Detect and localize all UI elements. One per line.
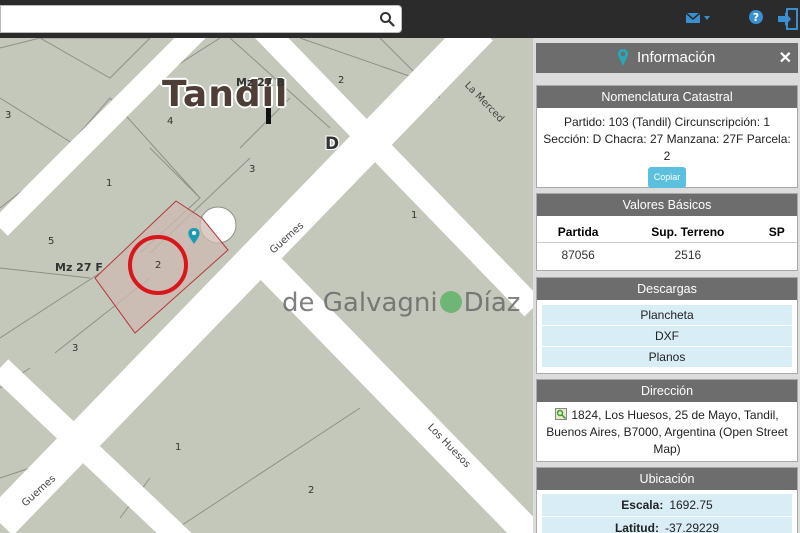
address-text: 1824, Los Huesos, 25 de Mayo, Tandil, Bu… xyxy=(546,408,788,456)
direccion-section: Dirección 1824, Los Huesos, 25 de Mayo, … xyxy=(536,379,798,462)
parcel-number: 4 xyxy=(167,116,174,127)
valores-table: Partida Sup. Terreno SP 87056 2516 xyxy=(537,222,797,267)
manzana-label-27f: Mz 27 F xyxy=(55,261,103,274)
table-cell: 87056 xyxy=(561,248,595,262)
section-header: Nomenclatura Catastral xyxy=(537,86,797,108)
panel-title: Información xyxy=(637,49,716,66)
download-plancheta-link[interactable]: Plancheta xyxy=(542,305,792,326)
section-header: Descargas xyxy=(537,278,797,300)
search-icon[interactable] xyxy=(379,11,395,27)
download-planos-link[interactable]: Planos xyxy=(542,347,792,368)
logout-icon[interactable] xyxy=(778,6,800,32)
map-pin-icon xyxy=(617,49,629,66)
parcel-number: 3 xyxy=(72,343,79,354)
info-panel: Información ✕ Nomenclatura Catastral Par… xyxy=(533,38,800,533)
panel-header: Información ✕ xyxy=(536,43,798,73)
nomenclatura-text: Partido: 103 (Tandil) Circunscripción: 1… xyxy=(537,108,797,188)
section-header: Ubicación xyxy=(537,468,797,490)
map-view[interactable]: Tandil Mz 27 B Mz 27 F D 2 3 4 1 5 2 3 1… xyxy=(0,38,533,533)
column-header: SP xyxy=(756,222,797,243)
parcel-number: 1 xyxy=(106,178,113,189)
watermark-dot-icon xyxy=(439,291,462,313)
latitud-row: Latitud: -37.29229 xyxy=(542,517,792,533)
table-cell: 2516 xyxy=(674,248,702,262)
search-input[interactable] xyxy=(1,6,361,32)
manzana-label-27b: Mz 27 B xyxy=(236,76,285,89)
parcel-number-selected: 2 xyxy=(155,260,162,271)
map-search-icon xyxy=(555,408,568,420)
parcel-number: 1 xyxy=(175,442,182,453)
parcel-number: 1 xyxy=(411,210,418,221)
valores-section: Valores Básicos Partida Sup. Terreno SP … xyxy=(536,193,798,271)
help-icon[interactable]: ? xyxy=(747,8,765,28)
mail-dropdown-icon[interactable] xyxy=(685,8,713,28)
escala-row: Escala: 1692.75 xyxy=(542,494,792,517)
search-box xyxy=(0,5,402,33)
parcel-number: 3 xyxy=(249,164,256,175)
parcel-number: 3 xyxy=(5,110,12,121)
nomenclatura-section: Nomenclatura Catastral Partido: 103 (Tan… xyxy=(536,85,798,188)
top-toolbar: ? xyxy=(0,0,800,38)
close-icon[interactable]: ✕ xyxy=(779,48,792,68)
parcel-number: 5 xyxy=(48,236,55,247)
parcel-number: 2 xyxy=(308,485,315,496)
svg-text:?: ? xyxy=(753,11,759,24)
section-letter: D xyxy=(325,134,340,154)
parcel-number: 2 xyxy=(338,75,345,86)
column-header: Sup. Terreno xyxy=(619,222,757,243)
table-cell xyxy=(756,243,797,268)
ubicacion-section: Ubicación Escala: 1692.75 Latitud: -37.292… xyxy=(536,467,798,533)
column-header: Partida xyxy=(537,222,620,243)
descargas-section: Descargas Plancheta DXF Planos xyxy=(536,277,798,374)
copy-button[interactable]: Copiar xyxy=(647,167,687,188)
watermark: de Galvagni Díaz xyxy=(282,288,521,318)
section-header: Dirección xyxy=(537,380,797,402)
download-dxf-link[interactable]: DXF xyxy=(542,326,792,347)
section-header: Valores Básicos xyxy=(537,194,797,216)
